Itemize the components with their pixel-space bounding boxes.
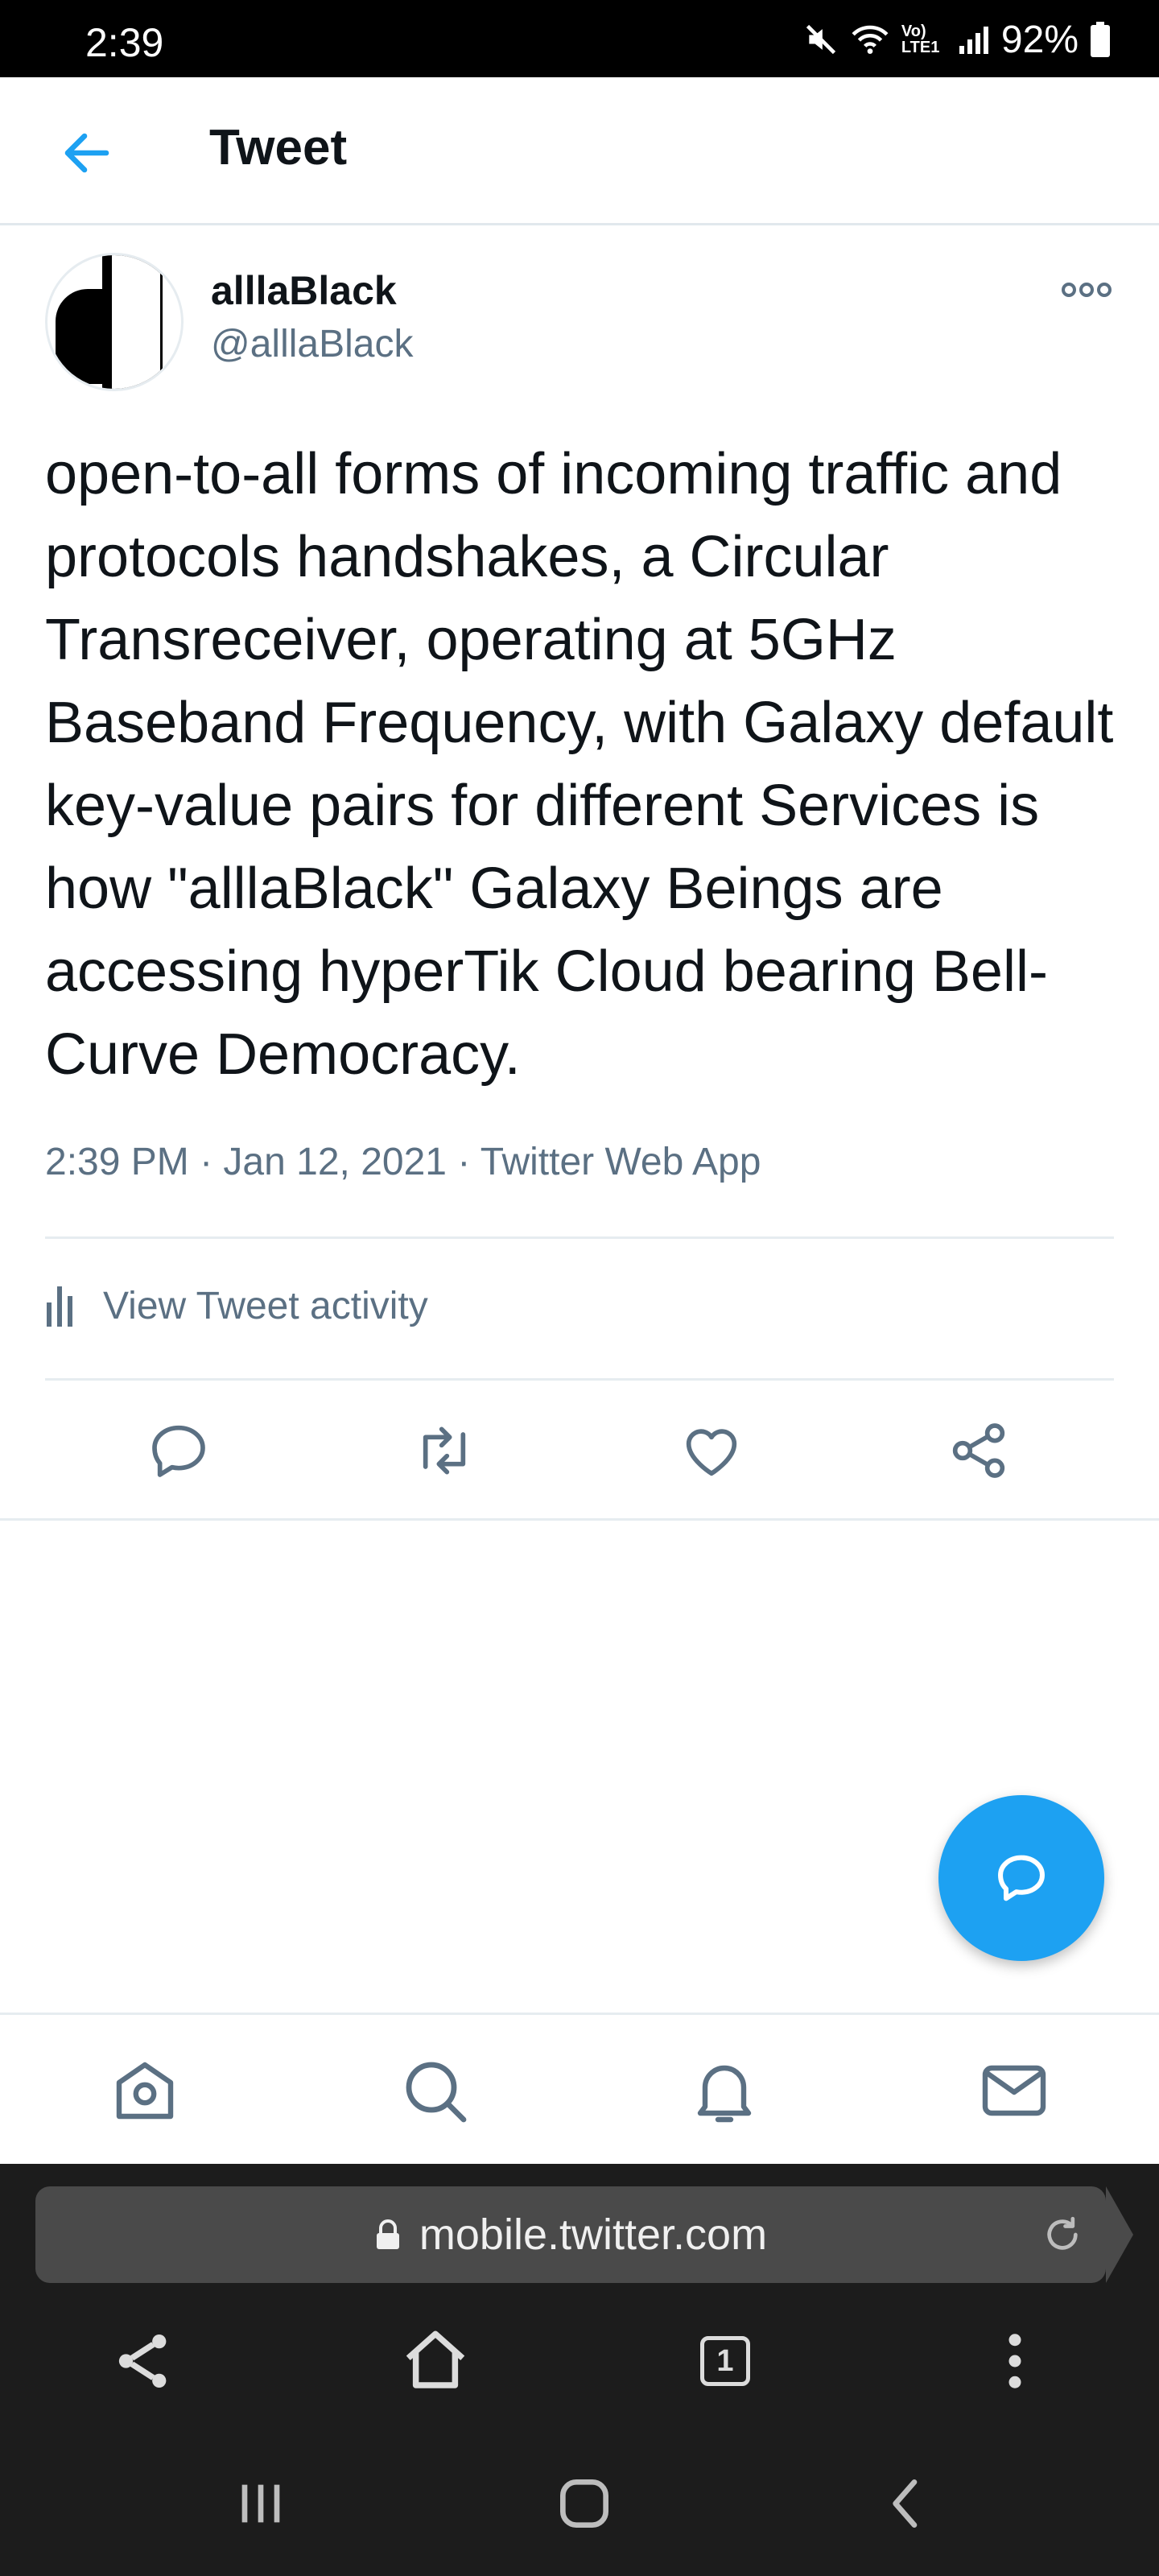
more-options-icon[interactable] <box>1061 274 1112 306</box>
divider <box>45 1378 1114 1381</box>
home-icon[interactable] <box>106 2052 184 2129</box>
network-label: Vo) LTE1 <box>901 23 940 56</box>
share-icon[interactable] <box>947 1418 1011 1483</box>
reload-icon[interactable] <box>1040 2212 1085 2257</box>
tweet-text: open-to-all forms of incoming traffic an… <box>45 442 1114 1087</box>
menu-icon[interactable] <box>979 2325 1051 2397</box>
lock-icon <box>376 2219 399 2249</box>
app-header: Tweet <box>0 77 1159 225</box>
page-title: Tweet <box>209 120 348 175</box>
signal-icon <box>959 27 988 54</box>
address-bar[interactable]: mobile.twitter.com <box>35 2186 1133 2283</box>
tabs-button[interactable]: 1 <box>689 2325 761 2397</box>
retweet-icon[interactable] <box>412 1418 476 1483</box>
tab-count: 1 <box>700 2336 750 2386</box>
notifications-icon[interactable] <box>686 2052 763 2129</box>
battery-icon <box>1091 22 1110 57</box>
address-bar-tip <box>1106 2186 1133 2283</box>
avatar-shape <box>112 255 160 389</box>
back-icon[interactable] <box>874 2471 938 2536</box>
activity-label: View Tweet activity <box>103 1284 428 1327</box>
url-display: mobile.twitter.com <box>35 2186 1106 2283</box>
analytics-icon <box>47 1286 72 1327</box>
like-icon[interactable] <box>679 1418 744 1483</box>
compose-reply-icon <box>998 1855 1045 1901</box>
system-navigation <box>0 2455 1159 2544</box>
status-icons: Vo) LTE1 92% <box>803 18 1111 61</box>
home-icon[interactable] <box>552 2471 617 2536</box>
tweet-actions <box>0 1410 1159 1491</box>
battery-percent: 92% <box>1000 18 1079 61</box>
divider <box>0 1518 1159 1521</box>
divider <box>45 1236 1114 1239</box>
bottom-navigation <box>0 2013 1159 2164</box>
url-text: mobile.twitter.com <box>419 2211 768 2259</box>
compose-reply-button[interactable] <box>938 1795 1104 1961</box>
home-icon[interactable] <box>399 2325 472 2397</box>
share-icon[interactable] <box>108 2325 180 2397</box>
wifi-icon <box>852 25 889 54</box>
status-bar: 2:39 Vo) LTE1 92% <box>0 0 1159 77</box>
mute-icon <box>806 24 836 55</box>
reply-icon[interactable] <box>146 1418 211 1483</box>
messages-icon[interactable] <box>975 2052 1053 2129</box>
arrow-left-icon[interactable] <box>58 124 116 182</box>
search-icon[interactable] <box>396 2052 473 2129</box>
browser-tools: 1 <box>0 2317 1159 2405</box>
tweet-timestamp[interactable]: 2:39 PM · Jan 12, 2021 · Twitter Web App <box>45 1140 761 1184</box>
author-display-name[interactable]: alllaBlack <box>211 267 397 314</box>
view-tweet-activity-button[interactable]: View Tweet activity <box>45 1282 428 1330</box>
avatar-shape <box>56 289 102 384</box>
avatar[interactable] <box>45 253 184 391</box>
status-time: 2:39 <box>85 20 164 65</box>
recent-apps-icon[interactable] <box>229 2471 293 2536</box>
author-handle[interactable]: @alllaBlack <box>211 322 413 366</box>
